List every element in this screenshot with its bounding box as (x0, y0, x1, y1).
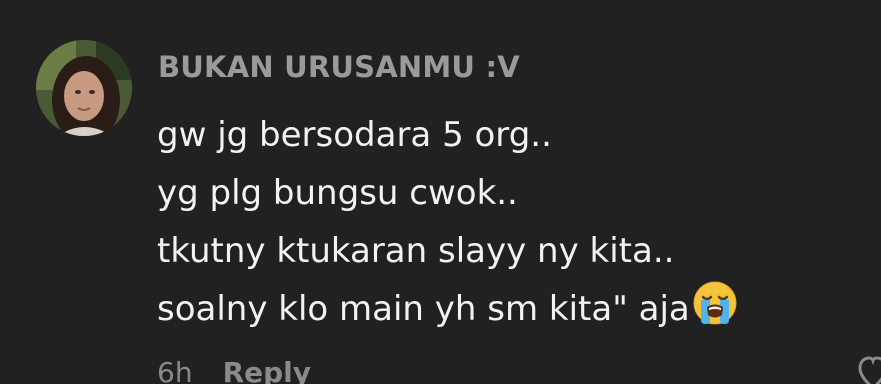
avatar[interactable] (36, 40, 132, 136)
comment-timestamp: 6h (157, 356, 193, 384)
reply-button[interactable]: Reply (223, 356, 311, 384)
comment-line: soalny klo main yh sm kita" aja (157, 289, 690, 329)
comment-item: BUKAN URUSANMU :V gw jg bersodara 5 org.… (0, 0, 881, 384)
comment-line-last: soalny klo main yh sm kita" aja (157, 280, 738, 338)
comment-line: gw jg bersodara 5 org.. (157, 115, 552, 155)
comment-text: gw jg bersodara 5 org.. yg plg bungsu cw… (157, 106, 738, 338)
comment-line: yg plg bungsu cwok.. (157, 173, 518, 213)
heart-outline-icon[interactable] (858, 350, 881, 384)
comment-username[interactable]: BUKAN URUSANMU :V (158, 50, 520, 84)
comment-line: tkutny ktukaran slayy ny kita.. (157, 231, 675, 271)
comment-footer: 6h Reply (157, 356, 311, 384)
loudly-crying-face-icon (692, 280, 738, 326)
